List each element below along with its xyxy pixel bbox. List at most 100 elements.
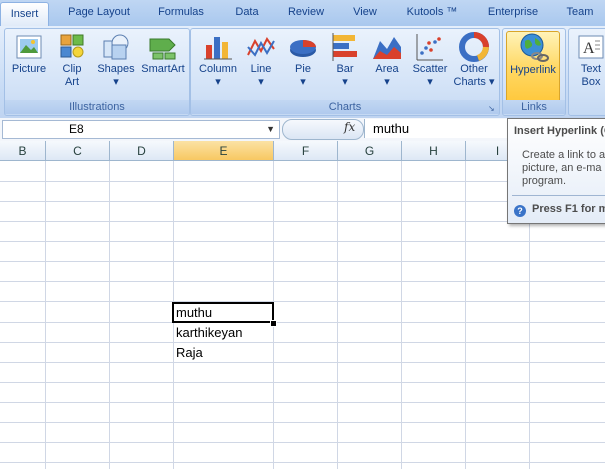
- area-label: Area: [375, 63, 399, 75]
- charts-group-label: Charts: [191, 100, 499, 114]
- column-label: Column: [199, 63, 237, 75]
- column-header-d[interactable]: D: [110, 141, 174, 161]
- tooltip-line-2: picture, an e-ma: [522, 162, 602, 174]
- scatter-chart-button[interactable]: Scatter ▾: [409, 31, 451, 101]
- tab-team[interactable]: Team: [560, 6, 600, 22]
- shapes-button[interactable]: Shapes ▾: [93, 31, 139, 101]
- tooltip-divider: [512, 195, 605, 196]
- gridline: [0, 422, 605, 423]
- tooltip-line-3: program.: [522, 175, 567, 187]
- pie-dropdown-arrow: ▾: [300, 76, 306, 88]
- gridline: [0, 362, 605, 363]
- shapes-dropdown-arrow: ▾: [113, 76, 119, 88]
- text-box-button[interactable]: A Text Box: [571, 31, 605, 101]
- line-dropdown-arrow: ▾: [258, 76, 264, 88]
- clip-art-label-1: Clip: [62, 63, 82, 75]
- tooltip-line-1: Create a link to a: [522, 149, 605, 161]
- column-chart-button[interactable]: Column ▾: [195, 31, 241, 101]
- text-box-icon: A: [578, 35, 604, 59]
- tooltip-help: ? Press F1 for m: [514, 203, 605, 217]
- tooltip-title: Insert Hyperlink (C: [514, 125, 605, 137]
- gridline: [0, 281, 605, 282]
- scatter-dropdown-arrow: ▾: [427, 76, 433, 88]
- gridline: [0, 462, 605, 463]
- column-header-c[interactable]: C: [46, 141, 110, 161]
- scatter-chart-icon: [416, 34, 443, 61]
- column-header-h[interactable]: H: [402, 141, 466, 161]
- tab-insert[interactable]: Insert: [0, 2, 49, 27]
- gridline: [0, 342, 605, 343]
- column-header-b[interactable]: B: [0, 141, 46, 161]
- chevron-down-icon[interactable]: ▼: [266, 124, 275, 134]
- illustrations-group: Picture Clip Art Shapes ▾ SmartArt Illus…: [4, 28, 190, 116]
- gridline: [0, 382, 605, 383]
- clip-art-label-2: Art: [64, 76, 80, 88]
- smartart-label: SmartArt: [141, 63, 185, 75]
- scatter-label: Scatter: [412, 63, 448, 75]
- pie-chart-button[interactable]: Pie ▾: [283, 31, 323, 101]
- links-group-label: Links: [503, 100, 565, 114]
- picture-label: Picture: [11, 63, 47, 75]
- smartart-button[interactable]: SmartArt: [139, 31, 187, 101]
- other-charts-label-2: Charts ▾: [453, 76, 495, 88]
- picture-button[interactable]: Picture: [7, 31, 51, 101]
- shapes-label: Shapes: [97, 63, 135, 75]
- tab-enterprise[interactable]: Enterprise: [478, 6, 548, 22]
- column-header-g[interactable]: G: [338, 141, 402, 161]
- hyperlink-button[interactable]: Hyperlink: [506, 31, 560, 103]
- hyperlink-globe-icon: [520, 33, 549, 62]
- other-charts-icon: [459, 32, 489, 62]
- area-chart-button[interactable]: Area ▾: [367, 31, 407, 101]
- line-chart-button[interactable]: Line ▾: [241, 31, 281, 101]
- tab-formulas[interactable]: Formulas: [150, 6, 212, 22]
- gridline: [0, 241, 605, 242]
- bar-label: Bar: [336, 63, 354, 75]
- tab-page-layout[interactable]: Page Layout: [60, 6, 138, 22]
- fill-handle[interactable]: [270, 320, 277, 327]
- shapes-icon: [103, 34, 129, 60]
- line-chart-icon: [247, 37, 275, 57]
- tab-data[interactable]: Data: [226, 6, 268, 22]
- tab-kutools[interactable]: Kutools ™: [400, 6, 464, 22]
- clip-art-icon: [60, 34, 84, 58]
- smartart-icon: [149, 38, 176, 60]
- cell-e9[interactable]: karthikeyan: [173, 323, 273, 343]
- column-chart-icon: [204, 37, 232, 60]
- line-label: Line: [250, 63, 272, 75]
- name-box[interactable]: E8 ▼: [2, 120, 280, 139]
- gridline: [0, 442, 605, 443]
- cell-e10[interactable]: Raja: [173, 343, 273, 363]
- tab-view[interactable]: View: [344, 6, 386, 22]
- insert-function-icon[interactable]: fx: [344, 120, 355, 134]
- tooltip-description: Create a link to a picture, an e-ma prog…: [522, 149, 605, 188]
- other-charts-button[interactable]: Other Charts ▾: [451, 31, 497, 101]
- hyperlink-tooltip: Insert Hyperlink (C Create a link to a p…: [507, 118, 605, 224]
- formula-input-value: muthu: [373, 121, 410, 136]
- area-dropdown-arrow: ▾: [384, 76, 390, 88]
- links-group: Hyperlink Links: [502, 28, 566, 116]
- bar-dropdown-arrow: ▾: [342, 76, 348, 88]
- ribbon: Picture Clip Art Shapes ▾ SmartArt Illus…: [0, 26, 605, 119]
- gridline: [0, 322, 605, 323]
- dialog-launcher-icon[interactable]: ↘: [488, 104, 497, 113]
- charts-group: Column ▾ Line ▾ Pie ▾ Bar ▾ Area ▾ Scatt…: [190, 28, 500, 116]
- column-header-f[interactable]: F: [274, 141, 338, 161]
- text-group: A Text Box: [568, 28, 605, 116]
- column-dropdown-arrow: ▾: [215, 76, 221, 88]
- other-charts-label-1: Other: [460, 63, 488, 75]
- active-cell-border: [172, 302, 274, 323]
- pie-label: Pie: [295, 63, 311, 75]
- tooltip-help-text: Press F1 for m: [532, 203, 605, 215]
- picture-icon: [16, 35, 42, 59]
- svg-text:A: A: [583, 40, 595, 57]
- clip-art-button[interactable]: Clip Art: [53, 31, 91, 101]
- ribbon-tab-bar: Insert Page Layout Formulas Data Review …: [0, 0, 605, 27]
- gridline: [0, 402, 605, 403]
- area-chart-icon: [373, 37, 401, 59]
- name-box-value: E8: [69, 122, 84, 136]
- tab-review[interactable]: Review: [282, 6, 330, 22]
- column-header-e[interactable]: E: [174, 141, 274, 161]
- bar-chart-button[interactable]: Bar ▾: [325, 31, 365, 101]
- bar-chart-icon: [332, 33, 357, 61]
- text-box-label-2: Box: [581, 76, 601, 88]
